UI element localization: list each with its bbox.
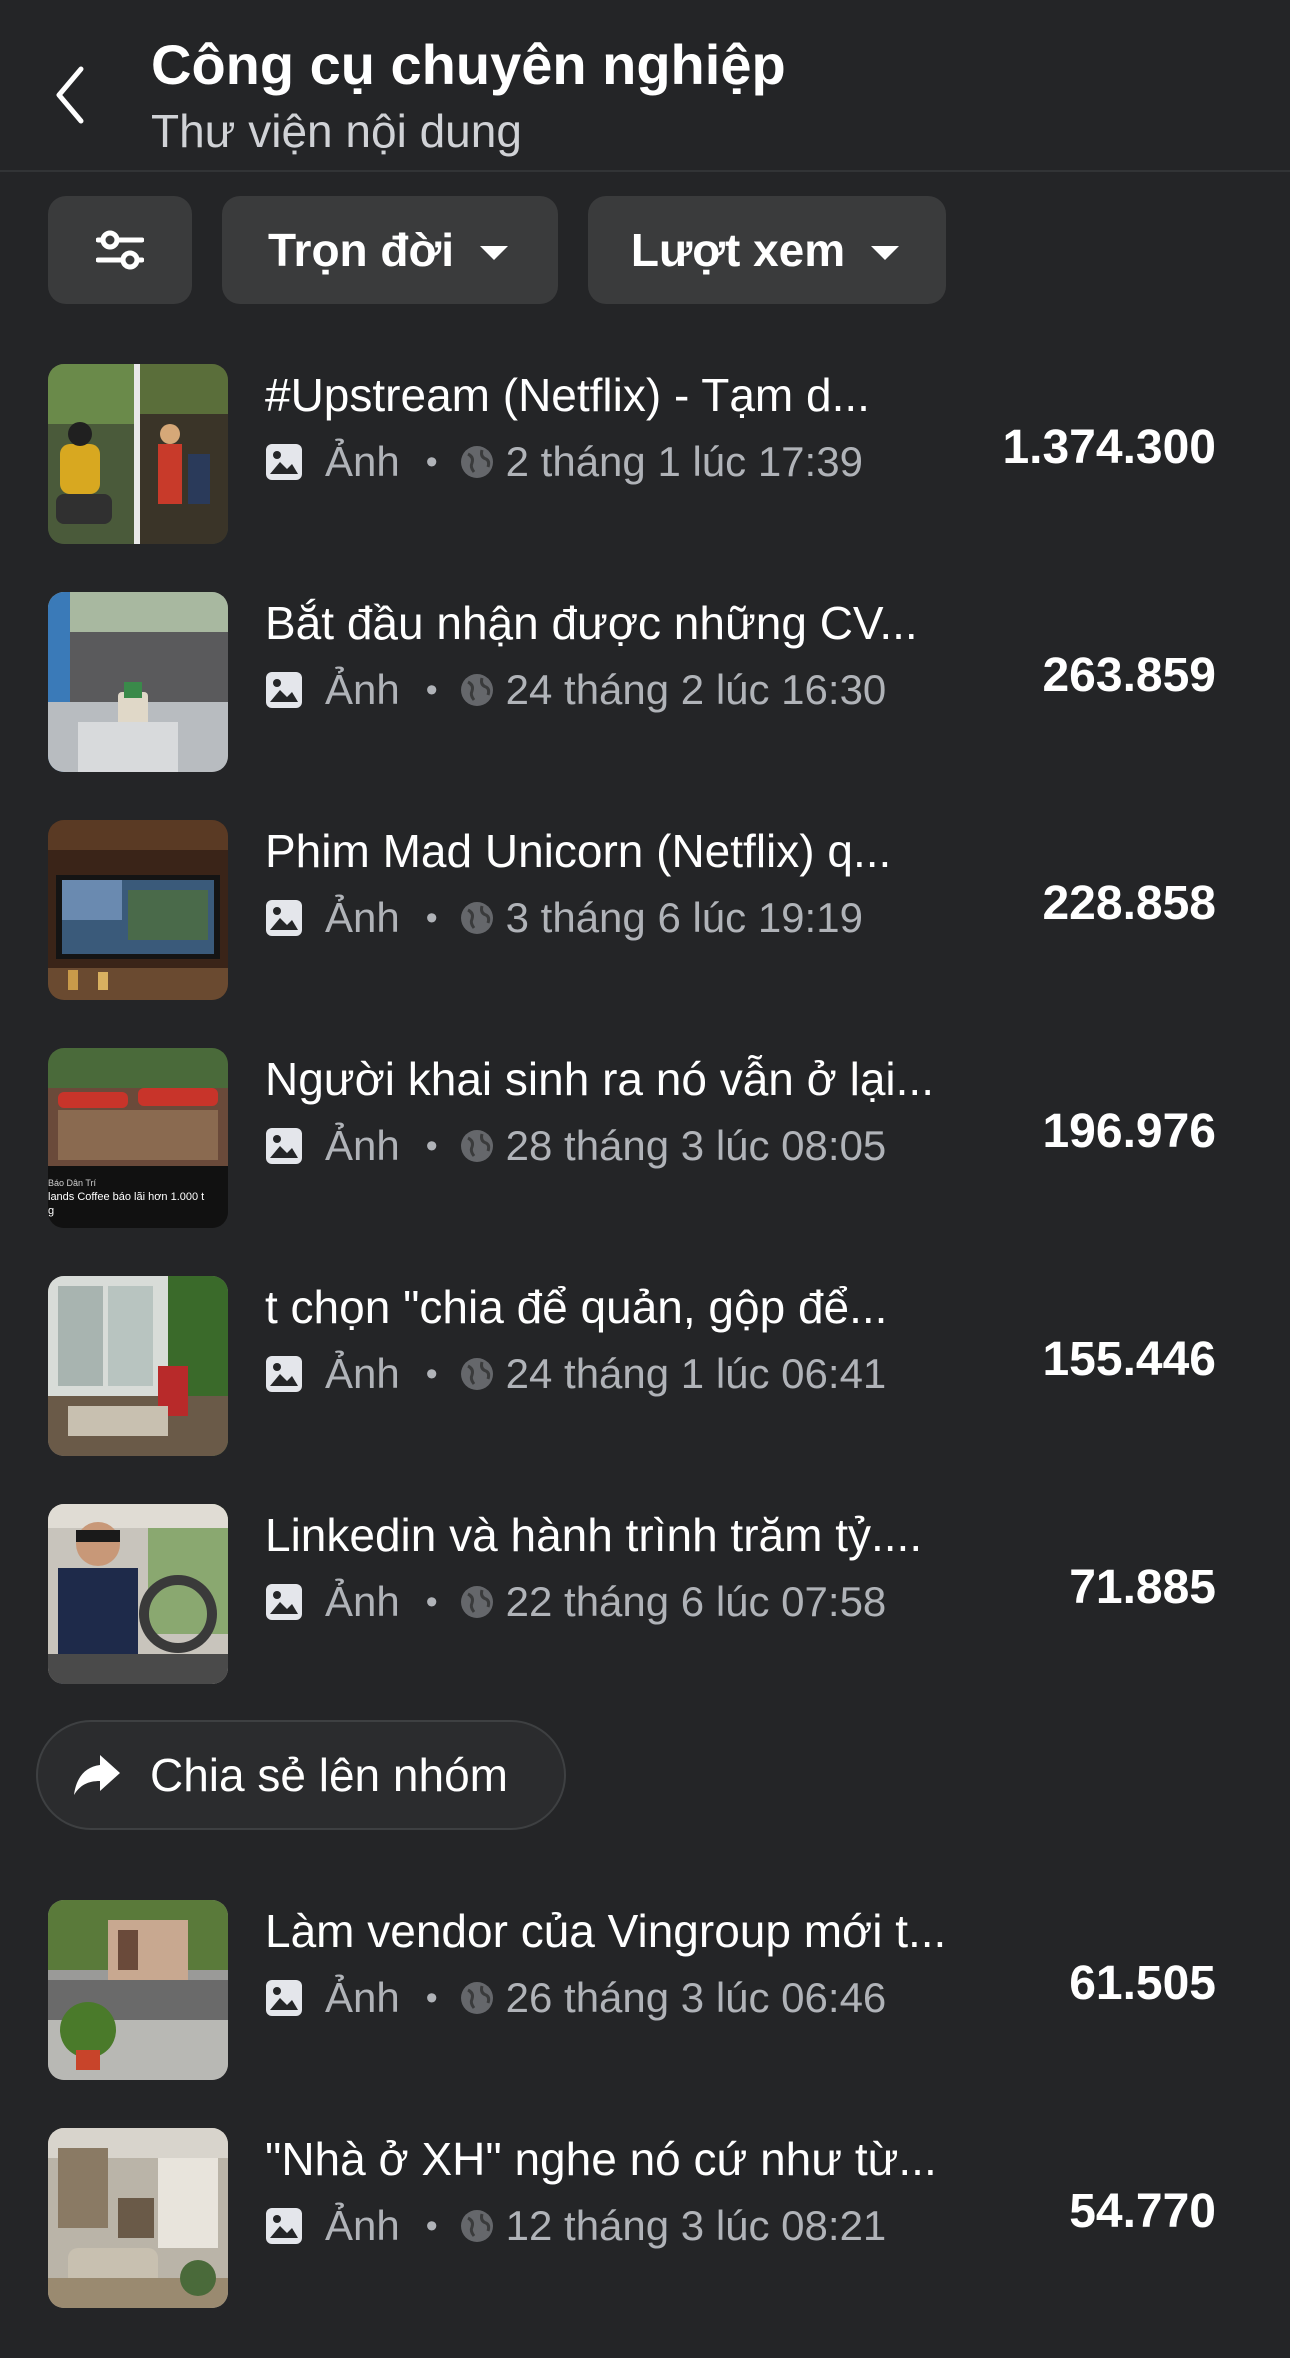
list-item[interactable]: Làm vendor của Vingroup mới t... Ảnh • 2… — [0, 1900, 1290, 2082]
view-count: 228.858 — [1042, 877, 1216, 930]
list-item[interactable]: Phim Mad Unicorn (Netflix) q... Ảnh • 3 … — [0, 820, 1290, 1002]
filter-settings-button[interactable] — [48, 196, 192, 304]
post-meta: Ảnh • 24 tháng 1 lúc 06:41 — [265, 1346, 886, 1402]
view-count: 54.770 — [1069, 2185, 1216, 2238]
post-title: Linkedin và hành trình trăm tỷ.... — [265, 1509, 923, 1561]
sliders-icon — [96, 230, 144, 270]
post-type: Ảnh — [325, 894, 400, 941]
post-title: Bắt đầu nhận được những CV... — [265, 597, 918, 649]
thumbnail-caption: Báo Dân Trí lands Coffee báo lãi hơn 1.0… — [48, 1178, 205, 1217]
post-meta: Ảnh • 24 tháng 2 lúc 16:30 — [265, 662, 886, 718]
post-title: Làm vendor của Vingroup mới t... — [265, 1905, 947, 1957]
post-thumbnail — [48, 1900, 228, 2080]
post-title: Phim Mad Unicorn (Netflix) q... — [265, 825, 892, 877]
caret-down-icon — [871, 246, 900, 260]
share-arrow-icon — [74, 1755, 120, 1795]
post-title: #Upstream (Netflix) - Tạm d... — [265, 369, 870, 421]
globe-icon — [460, 902, 493, 934]
post-meta: Ảnh • 22 tháng 6 lúc 07:58 — [265, 1574, 886, 1630]
photo-icon — [266, 2208, 302, 2244]
list-item[interactable]: Báo Dân Trí lands Coffee báo lãi hơn 1.0… — [0, 1048, 1290, 1230]
post-thumbnail — [48, 592, 228, 772]
post-type: Ảnh — [325, 1350, 400, 1397]
page-title: Công cụ chuyên nghiệp — [151, 33, 786, 96]
post-meta: Ảnh • 26 tháng 3 lúc 06:46 — [265, 1970, 886, 2026]
photo-icon — [266, 1356, 302, 1392]
post-type: Ảnh — [325, 1122, 400, 1169]
globe-icon — [460, 1982, 493, 2014]
photo-icon — [266, 672, 302, 708]
time-range-dropdown[interactable]: Trọn đời — [222, 196, 558, 304]
time-range-label: Trọn đời — [267, 224, 455, 276]
post-thumbnail — [48, 2128, 228, 2308]
post-type: Ảnh — [325, 1974, 400, 2021]
share-label: Chia sẻ lên nhóm — [150, 1749, 508, 1801]
caret-down-icon — [480, 246, 509, 260]
globe-icon — [460, 1358, 493, 1390]
post-date: 22 tháng 6 lúc 07:58 — [505, 1578, 887, 1625]
post-type: Ảnh — [325, 666, 400, 713]
post-date: 12 tháng 3 lúc 08:21 — [505, 2202, 887, 2249]
view-count: 155.446 — [1042, 1333, 1216, 1386]
metric-dropdown[interactable]: Lượt xem — [588, 196, 946, 304]
post-title: Người khai sinh ra nó vẫn ở lại... — [265, 1053, 934, 1105]
list-item[interactable]: t chọn "chia để quản, gộp để... Ảnh • 24… — [0, 1276, 1290, 1458]
post-date: 28 tháng 3 lúc 08:05 — [505, 1122, 887, 1169]
post-type: Ảnh — [325, 438, 400, 485]
post-thumbnail — [48, 1504, 228, 1684]
post-meta: Ảnh • 28 tháng 3 lúc 08:05 — [265, 1118, 886, 1174]
view-count: 1.374.300 — [1002, 421, 1216, 474]
globe-icon — [460, 1130, 493, 1162]
globe-icon — [460, 2210, 493, 2242]
page-subtitle: Thư viện nội dung — [151, 105, 522, 157]
post-date: 2 tháng 1 lúc 17:39 — [505, 438, 863, 485]
post-date: 3 tháng 6 lúc 19:19 — [505, 894, 863, 941]
post-thumbnail — [48, 820, 228, 1000]
post-meta: Ảnh • 2 tháng 1 lúc 17:39 — [265, 434, 863, 490]
filter-bar: Trọn đời Lượt xem — [48, 196, 946, 304]
share-to-group-button[interactable]: Chia sẻ lên nhóm — [36, 1720, 566, 1830]
globe-icon — [460, 446, 493, 478]
post-meta: Ảnh • 12 tháng 3 lúc 08:21 — [265, 2198, 886, 2254]
list-item[interactable]: Bắt đầu nhận được những CV... Ảnh • 24 t… — [0, 592, 1290, 774]
back-button[interactable] — [40, 50, 100, 140]
view-count: 263.859 — [1042, 649, 1216, 702]
photo-icon — [266, 1584, 302, 1620]
post-title: t chọn "chia để quản, gộp để... — [265, 1281, 888, 1333]
post-thumbnail: Báo Dân Trí lands Coffee báo lãi hơn 1.0… — [48, 1048, 228, 1228]
photo-icon — [266, 1128, 302, 1164]
globe-icon — [460, 674, 493, 706]
post-date: 26 tháng 3 lúc 06:46 — [505, 1974, 887, 2021]
post-title: "Nhà ở XH" nghe nó cứ như từ... — [265, 2133, 937, 2185]
view-count: 71.885 — [1069, 1561, 1216, 1614]
header: Công cụ chuyên nghiệp Thư viện nội dung — [0, 0, 1290, 172]
photo-icon — [266, 900, 302, 936]
list-item[interactable]: #Upstream (Netflix) - Tạm d... Ảnh • 2 t… — [0, 364, 1290, 546]
post-type: Ảnh — [325, 1578, 400, 1625]
post-thumbnail — [48, 1276, 228, 1456]
metric-label: Lượt xem — [630, 224, 846, 276]
photo-icon — [266, 1980, 302, 2016]
post-thumbnail — [48, 364, 228, 544]
view-count: 196.976 — [1042, 1105, 1216, 1158]
view-count: 61.505 — [1069, 1957, 1216, 2010]
post-date: 24 tháng 2 lúc 16:30 — [505, 666, 887, 713]
post-meta: Ảnh • 3 tháng 6 lúc 19:19 — [265, 890, 863, 946]
post-date: 24 tháng 1 lúc 06:41 — [505, 1350, 887, 1397]
list-item[interactable]: Linkedin và hành trình trăm tỷ.... Ảnh •… — [0, 1504, 1290, 1686]
photo-icon — [266, 444, 302, 480]
globe-icon — [460, 1586, 493, 1618]
list-item[interactable]: "Nhà ở XH" nghe nó cứ như từ... Ảnh • 12… — [0, 2128, 1290, 2310]
chevron-left-icon — [56, 66, 84, 124]
post-type: Ảnh — [325, 2202, 400, 2249]
